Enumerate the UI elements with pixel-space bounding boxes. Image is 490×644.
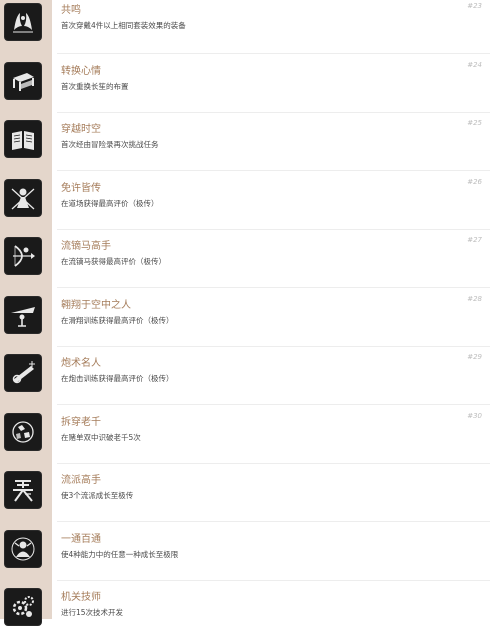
glider-icon — [5, 296, 41, 333]
achievement-row[interactable]: 炮术名人 在炮击训练获得最高评价（极传） #29 — [0, 351, 490, 410]
achievement-number: #25 — [467, 119, 482, 127]
achievement-number: #24 — [467, 60, 482, 69]
gear-mechanism-icon — [5, 589, 41, 625]
row-divider — [57, 521, 490, 522]
achievement-title: 转换心情 — [61, 65, 101, 77]
achievement-description: 首次经由冒险录再次挑战任务 — [61, 140, 159, 149]
achievement-number: #26 — [467, 177, 482, 186]
row-divider — [57, 404, 490, 405]
achievement-row[interactable]: 流镝马高手 在流镝马获得最高评价（极传） #27 — [0, 234, 490, 293]
achievement-description: 使3个流派成长至极传 — [61, 491, 134, 500]
achievement-row[interactable]: 免许皆传 在道场获得最高评价（极传） #26 — [0, 176, 490, 235]
achievement-title: 翱翔于空中之人 — [61, 299, 131, 311]
warrior-crest-icon — [5, 530, 41, 567]
achievement-title: 一通百通 — [61, 533, 101, 545]
row-divider — [57, 111, 490, 113]
style-kanji-icon — [5, 472, 41, 508]
achievement-number: #28 — [467, 294, 482, 303]
achievement-number: #30 — [467, 411, 482, 420]
row-divider — [57, 462, 490, 464]
achievement-title: 共鸣 — [61, 5, 81, 16]
archer-horseman-icon — [5, 238, 41, 274]
achievement-row[interactable]: 穿越时空 首次经由冒险录再次挑战任务 #25 — [0, 117, 490, 176]
row-divider — [57, 53, 490, 54]
table-furniture-icon — [5, 62, 41, 99]
achievement-description: 使4种能力中的任意一种成长至极限 — [61, 549, 179, 559]
row-divider — [57, 287, 490, 288]
achievement-row[interactable]: 拆穿老千 在赌单双中识破老千5次 #30 — [0, 410, 490, 469]
row-divider — [57, 579, 490, 581]
achievement-number: #23 — [467, 2, 482, 10]
row-divider — [57, 345, 490, 347]
achievement-description: 在流镝马获得最高评价（极传） — [61, 257, 166, 266]
achievement-number: #29 — [467, 353, 482, 361]
achievement-row[interactable]: 共鸣 首次穿戴4件以上相同套装效果的装备 #23 — [0, 0, 490, 59]
achievement-title: 拆穿老千 — [61, 416, 101, 428]
row-divider — [57, 170, 490, 171]
achievement-description: 在炮击训练获得最高评价（极传） — [61, 374, 174, 383]
achievement-row[interactable]: 机关技师 进行15次技术开发 — [0, 585, 490, 644]
crossed-swords-icon — [5, 179, 41, 216]
twin-spirits-icon — [5, 4, 41, 40]
achievement-list: 共鸣 首次穿戴4件以上相同套装效果的装备 #23 转换心情 首次重换长笙的布置 … — [0, 0, 490, 644]
achievement-row[interactable]: 转换心情 首次重换长笙的布置 #24 — [0, 59, 490, 118]
achievement-description: 进行15次技术开发 — [61, 608, 124, 617]
achievement-title: 流镝马高手 — [61, 241, 111, 252]
achievement-number: #27 — [467, 236, 482, 244]
achievement-title: 穿越时空 — [61, 124, 101, 135]
achievement-row[interactable]: 流派高手 使3个流派成长至极传 — [0, 468, 490, 527]
achievement-title: 免许皆传 — [61, 182, 101, 194]
achievement-description: 首次穿戴4件以上相同套装效果的装备 — [61, 21, 186, 30]
dice-cup-icon — [5, 413, 41, 450]
row-divider — [57, 228, 490, 230]
achievement-row[interactable]: 一通百通 使4种能力中的任意一种成长至极限 — [0, 527, 490, 586]
open-book-icon — [5, 121, 41, 157]
achievement-row[interactable]: 翱翔于空中之人 在滑翔训练获得最高评价（极传） #28 — [0, 293, 490, 352]
achievement-description: 在道场获得最高评价（极传） — [61, 198, 159, 208]
achievement-description: 在滑翔训练获得最高评价（极传） — [61, 315, 174, 325]
achievement-title: 流派高手 — [61, 475, 101, 486]
achievement-title: 炮术名人 — [61, 358, 101, 369]
achievement-description: 首次重换长笙的布置 — [61, 81, 129, 91]
achievement-title: 机关技师 — [61, 592, 101, 603]
cannon-icon — [5, 355, 41, 391]
achievement-description: 在赌单双中识破老千5次 — [61, 432, 141, 442]
